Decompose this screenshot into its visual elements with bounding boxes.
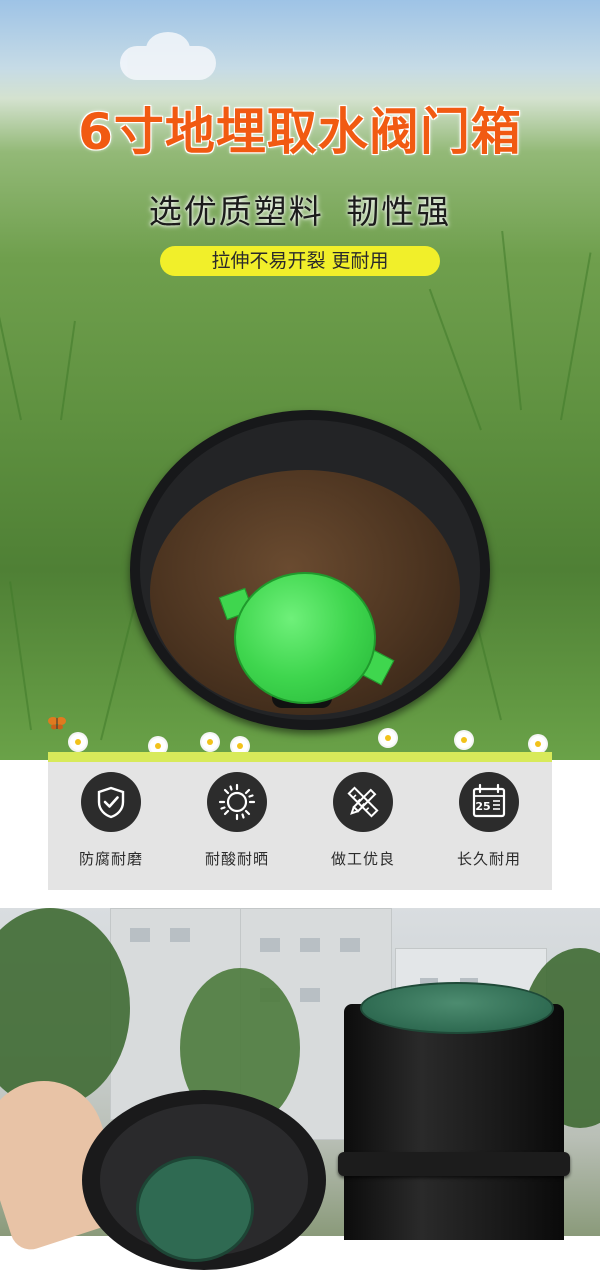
calendar-number: 25 (475, 800, 490, 813)
pencil-ruler-icon (333, 772, 393, 832)
product-detail-page: 6寸地埋取水阀门箱 选优质塑料 韧性强 拉伸不易开裂 更耐用 防腐耐磨 耐酸耐晒… (0, 0, 600, 1270)
hero-banner: 6寸地埋取水阀门箱 选优质塑料 韧性强 拉伸不易开裂 更耐用 (0, 0, 600, 760)
feature-label: 做工优良 (330, 850, 395, 868)
feature-item: 耐酸耐晒 (174, 772, 300, 869)
valve-box-lid-underside (136, 1156, 254, 1262)
butterfly-decoration (48, 717, 66, 730)
valve-box-green-lid (360, 982, 554, 1034)
feature-item: 做工优良 (300, 772, 426, 869)
feature-label: 耐酸耐晒 (204, 850, 269, 868)
feature-item: 防腐耐磨 (48, 772, 174, 869)
feature-item: 25 长久耐用 (426, 772, 552, 869)
daisy-decoration (70, 734, 86, 750)
hero-tagline-pill: 拉伸不易开裂 更耐用 (160, 246, 440, 276)
sun-icon (207, 772, 267, 832)
features-bar: 防腐耐磨 耐酸耐晒 做工优良 25 长久耐用 (48, 752, 552, 890)
green-valve-cap (234, 572, 376, 704)
feature-label: 长久耐用 (456, 850, 521, 868)
hero-title: 6寸地埋取水阀门箱 (78, 103, 522, 161)
valve-box-body (344, 1004, 564, 1240)
shield-check-icon (81, 772, 141, 832)
cloud-decoration (120, 32, 216, 80)
calendar-25-icon: 25 (459, 772, 519, 832)
hero-subtitle: 选优质塑料 韧性强 (148, 192, 452, 231)
feature-label: 防腐耐磨 (78, 850, 143, 868)
